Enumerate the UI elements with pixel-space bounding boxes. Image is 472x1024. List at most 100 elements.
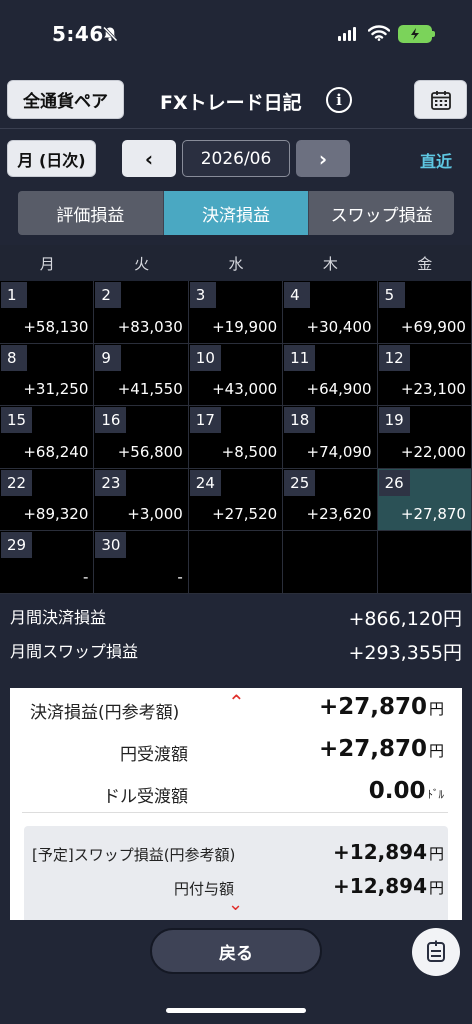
chevron-right-icon: › — [318, 146, 328, 171]
calendar-day-cell — [283, 531, 378, 594]
weekday-mon: 月 — [39, 254, 55, 273]
tab-swap[interactable]: スワップ損益 — [309, 191, 454, 235]
weekday-thu: 木 — [322, 254, 338, 273]
calendar-day-cell[interactable]: 11 +64,900 — [283, 343, 378, 406]
calendar-grid: 1 +58,130 2 +83,030 3 +19,900 4 +30,400 5 +69,900… — [0, 281, 472, 594]
weekday-tue: 火 — [134, 254, 150, 273]
prev-month-button[interactable]: ‹ — [122, 140, 176, 177]
yen-delivery-label: 円受渡額 — [120, 745, 188, 765]
day-number: 2 — [95, 282, 122, 308]
day-pl-value: +3,000 — [127, 505, 183, 523]
day-pl-value: +41,550 — [117, 380, 183, 398]
yen-delivery-value: +27,870 — [318, 736, 427, 762]
caret-up-icon[interactable]: ⌃ — [228, 690, 245, 714]
wifi-icon — [368, 25, 390, 41]
usd-delivery-unit: ﾄﾞﾙ — [427, 788, 445, 801]
yen-grant-unit: 円 — [428, 879, 444, 897]
day-pl-value: +74,090 — [306, 442, 372, 461]
calendar-day-cell[interactable]: 8 +31,250 — [0, 343, 95, 406]
current-month[interactable]: 2026/06 — [182, 140, 290, 177]
day-number: 9 — [95, 344, 122, 371]
tab-unrealized[interactable]: 評価損益 — [18, 191, 164, 235]
next-month-button[interactable]: › — [296, 140, 350, 177]
weekday-header: 月 火 水 木 金 — [0, 245, 472, 281]
day-pl-value: +22,000 — [400, 442, 466, 461]
settled-unit: 円 — [428, 700, 444, 718]
calendar-day-cell[interactable]: 19 +22,000 — [377, 406, 472, 469]
day-number: 22 — [1, 469, 33, 496]
calendar-day-cell[interactable]: 26 +27,870 — [377, 468, 472, 531]
status-time: 5:46 — [52, 22, 104, 46]
calendar-day-cell[interactable]: 17 +8,500 — [188, 406, 284, 469]
day-pl-value: +27,870 — [400, 505, 466, 523]
calendar-day-cell[interactable]: 3 +19,900 — [188, 281, 284, 344]
day-number: 30 — [95, 532, 127, 558]
monthly-settled-value: +866,120円 — [348, 608, 463, 630]
day-number: 26 — [378, 469, 410, 496]
usd-delivery-label: ドル受渡額 — [103, 787, 188, 807]
day-number: 4 — [284, 282, 311, 308]
settled-label: 決済損益(円参考額) — [30, 703, 180, 723]
calendar-icon — [430, 90, 451, 110]
day-number: 25 — [284, 469, 316, 496]
day-pl-value: +19,900 — [212, 317, 278, 336]
settled-value: +27,870 — [318, 694, 427, 720]
calendar-day-cell[interactable]: 16 +56,800 — [94, 406, 189, 469]
day-number: 24 — [189, 469, 221, 496]
monthly-swap-value: +293,355円 — [348, 642, 463, 664]
battery-icon — [398, 25, 435, 43]
calendar-day-cell[interactable]: 10 +43,000 — [188, 343, 284, 406]
day-pl-value: +31,250 — [23, 380, 89, 398]
tab-settled[interactable]: 決済損益 — [163, 191, 310, 235]
calendar-day-cell[interactable]: 9 +41,550 — [94, 343, 189, 406]
yen-grant-label: 円付与額 — [174, 880, 235, 898]
info-icon[interactable]: i — [326, 87, 352, 113]
swap-label: [予定]スワップ損益(円参考額) — [32, 846, 236, 864]
day-number: 12 — [378, 344, 410, 371]
day-number: 19 — [378, 407, 410, 433]
monthly-swap-label: 月間スワップ損益 — [10, 642, 139, 661]
calendar-day-cell[interactable]: 22 +89,320 — [0, 468, 95, 531]
day-number: 15 — [1, 407, 33, 433]
calendar-day-cell[interactable]: 1 +58,130 — [0, 281, 95, 344]
recent-link[interactable]: 直近 — [420, 148, 452, 172]
calendar-day-cell[interactable]: 23 +3,000 — [94, 468, 189, 531]
day-pl-value: +23,100 — [400, 380, 466, 398]
calendar-day-cell[interactable]: 30 - — [94, 531, 189, 594]
caret-down-icon[interactable]: ⌄ — [228, 894, 243, 915]
day-pl-value: +69,900 — [400, 317, 466, 336]
calendar-day-cell[interactable]: 18 +74,090 — [283, 406, 378, 469]
calendar-day-cell[interactable]: 15 +68,240 — [0, 406, 95, 469]
calendar-button[interactable] — [414, 80, 467, 119]
day-number: 1 — [1, 282, 27, 308]
monthly-settled-label: 月間決済損益 — [10, 608, 107, 627]
day-number: 10 — [189, 344, 221, 371]
pl-type-tabs: 評価損益 決済損益 スワップ損益 — [18, 191, 454, 235]
weekday-wed: 水 — [228, 254, 244, 273]
back-button[interactable]: 戻る — [150, 928, 322, 974]
document-icon — [427, 940, 445, 962]
weekday-fri: 金 — [417, 254, 433, 273]
calendar-day-cell[interactable]: 5 +69,900 — [377, 281, 472, 344]
calendar-day-cell[interactable]: 24 +27,520 — [188, 468, 284, 531]
day-pl-value: - — [82, 567, 89, 586]
calendar-day-cell[interactable]: 12 +23,100 — [377, 343, 472, 406]
document-button[interactable] — [412, 928, 460, 976]
calendar-day-cell[interactable]: 29 - — [0, 531, 95, 594]
day-pl-value: +27,520 — [212, 505, 278, 523]
calendar-day-cell[interactable]: 2 +83,030 — [94, 281, 189, 344]
calendar-day-cell — [188, 531, 284, 594]
day-number: 8 — [1, 344, 27, 371]
day-pl-value: - — [177, 567, 183, 586]
day-number: 18 — [284, 407, 316, 433]
day-number: 29 — [1, 532, 33, 558]
day-number: 3 — [189, 282, 216, 308]
monthly-totals: 月間決済損益 +866,120円 月間スワップ損益 +293,355円 — [0, 594, 472, 674]
calendar-day-cell[interactable]: 4 +30,400 — [283, 281, 378, 344]
calendar-day-cell[interactable]: 25 +23,620 — [283, 468, 378, 531]
day-number: 16 — [95, 407, 127, 433]
day-pl-value: +89,320 — [23, 505, 89, 523]
currency-pair-button[interactable]: 全通貨ペア — [7, 80, 124, 119]
signal-icon — [338, 27, 356, 41]
period-button[interactable]: 月 (日次) — [7, 140, 96, 177]
